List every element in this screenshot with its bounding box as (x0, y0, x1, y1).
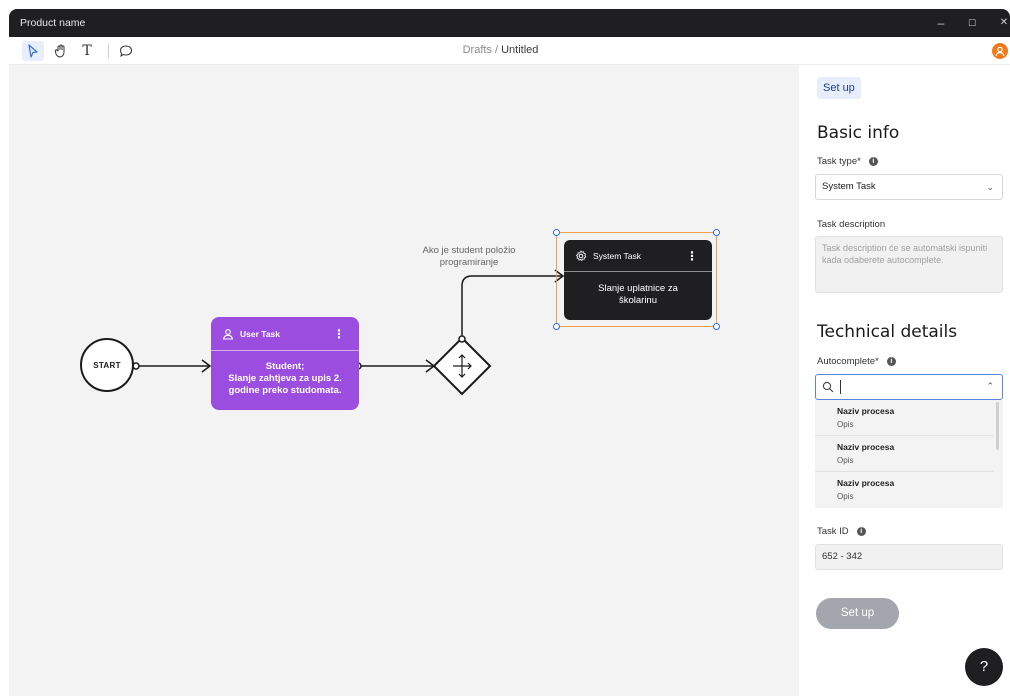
app-title: Product name (20, 17, 86, 29)
task-type-label: Task type* i (817, 156, 878, 167)
option-subtitle: Opis (837, 456, 854, 465)
breadcrumb-current: Untitled (501, 44, 539, 56)
condition-line: programiranje (439, 257, 499, 268)
connector-port[interactable] (458, 335, 466, 343)
kebab-menu-icon[interactable]: ⋮ (686, 249, 698, 263)
info-icon[interactable]: i (868, 157, 878, 166)
resize-handle-top-left[interactable] (553, 229, 560, 236)
system-task-type-label: System Task (593, 250, 642, 261)
system-task-body: Slanje uplatnice za školarinu (564, 272, 712, 307)
autocomplete-label-text: Autocomplete* (817, 356, 879, 367)
resize-handle-bottom-left[interactable] (553, 323, 560, 330)
task-id-label-text: Task ID (817, 526, 849, 537)
start-event[interactable]: START (80, 338, 134, 392)
user-task-node[interactable]: User Task ⋮ Student; Slanje zahtjeva za … (211, 317, 359, 410)
gear-icon (575, 249, 587, 261)
option-subtitle: Opis (837, 420, 854, 429)
user-task-text-line: Student; (265, 361, 305, 372)
option-title: Naziv procesa (837, 478, 895, 488)
connector-gateway-to-system-task[interactable] (461, 275, 562, 338)
user-icon (222, 328, 234, 340)
start-label: START (93, 360, 121, 370)
condition-line: Ako je student položio (422, 245, 516, 256)
gateway-node[interactable] (432, 336, 492, 396)
task-type-select[interactable]: System Task ⌄ (815, 174, 1003, 200)
user-task-type-label: User Task (240, 328, 281, 339)
toolbar: T Drafts / Untitled (9, 37, 1010, 65)
user-task-text-line: godine preko studomata. (228, 385, 342, 396)
kebab-menu-icon[interactable]: ⋮ (333, 327, 345, 341)
chevron-down-icon: ⌄ (986, 182, 994, 192)
technical-details-heading: Technical details (817, 322, 958, 342)
breadcrumb: Drafts / Untitled (9, 44, 992, 56)
user-task-body: Student; Slanje zahtjeva za upis 2. godi… (211, 351, 359, 397)
close-button[interactable]: ✕ (996, 15, 1010, 31)
option-title: Naziv procesa (837, 406, 895, 416)
option-subtitle: Opis (837, 492, 854, 501)
task-id-field: 652 - 342 (815, 544, 1003, 570)
basic-info-heading: Basic info (817, 123, 900, 143)
task-description-label: Task description (817, 219, 885, 230)
option-title: Naziv procesa (837, 442, 895, 452)
autocomplete-label: Autocomplete* i (817, 356, 896, 367)
resize-handle-top-right[interactable] (713, 229, 720, 236)
info-icon[interactable]: i (856, 527, 866, 536)
help-button[interactable]: ? (965, 648, 1003, 686)
setup-button[interactable]: Set up (816, 598, 899, 629)
user-avatar[interactable] (992, 43, 1008, 59)
search-icon (822, 381, 834, 393)
text-caret (840, 380, 841, 394)
system-task-text-line: školarinu (618, 295, 658, 306)
task-type-value: System Task (822, 181, 876, 192)
window-titlebar: Product name – ☐ ✕ (9, 9, 1010, 37)
task-description-field[interactable]: Task description će se automatski ispuni… (815, 236, 1003, 293)
gateway-condition-label[interactable]: Ako je student položio programiranje (404, 245, 534, 269)
autocomplete-search-input[interactable]: ⌃ (815, 374, 1003, 400)
task-type-label-text: Task type* (817, 156, 861, 167)
dropdown-option[interactable]: Naziv procesa Opis (815, 436, 993, 472)
setup-tab[interactable]: Set up (817, 77, 861, 99)
dropdown-scrollbar[interactable] (996, 402, 999, 450)
task-description-label-text: Task description (817, 219, 886, 230)
maximize-button[interactable]: ☐ (964, 15, 980, 31)
autocomplete-dropdown: Naziv procesa Opis Naziv procesa Opis Na… (815, 400, 1003, 508)
system-task-node[interactable]: System Task ⋮ Slanje uplatnice za školar… (564, 240, 712, 320)
resize-handle-bottom-right[interactable] (713, 323, 720, 330)
task-id-label: Task ID i (817, 526, 866, 537)
user-avatar-icon (995, 46, 1005, 57)
system-task-text-line: Slanje uplatnice za (598, 283, 678, 294)
dropdown-option[interactable]: Naziv procesa Opis (815, 472, 993, 508)
chevron-up-icon[interactable]: ⌃ (986, 381, 994, 392)
properties-panel: Set up Basic info Task type* i System Ta… (799, 65, 1010, 696)
minimize-button[interactable]: – (933, 15, 949, 31)
user-task-text-line: Slanje zahtjeva za upis 2. (228, 373, 342, 384)
breadcrumb-parent[interactable]: Drafts (463, 44, 492, 56)
breadcrumb-separator: / (491, 44, 502, 56)
process-canvas[interactable]: START User Task ⋮ Student; Slanje zahtje… (9, 65, 799, 696)
dropdown-option[interactable]: Naziv procesa Opis (815, 400, 993, 436)
info-icon[interactable]: i (886, 357, 896, 366)
